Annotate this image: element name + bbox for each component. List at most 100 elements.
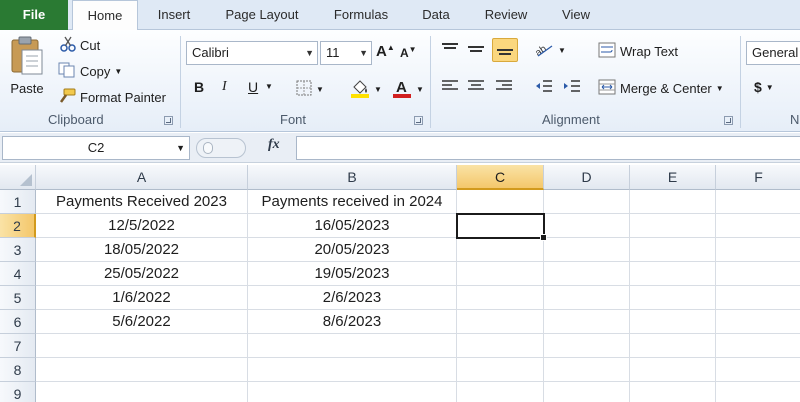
- cell-b9[interactable]: [248, 382, 457, 402]
- cell-d3[interactable]: [544, 238, 630, 262]
- row-header-7[interactable]: 7: [0, 334, 36, 358]
- increase-font-size-button[interactable]: A▲: [376, 43, 395, 60]
- insert-function-button[interactable]: fx: [268, 137, 280, 153]
- cell-c7[interactable]: [457, 334, 544, 358]
- tab-view[interactable]: View: [552, 0, 600, 30]
- cell-f3[interactable]: [716, 238, 800, 262]
- underline-dropdown-icon[interactable]: ▼: [265, 82, 273, 91]
- align-center-button[interactable]: [466, 79, 486, 96]
- font-color-button[interactable]: A ▼: [392, 78, 424, 101]
- accounting-format-button[interactable]: $ ▼: [754, 79, 774, 95]
- cell-d4[interactable]: [544, 262, 630, 286]
- cell-c4[interactable]: [457, 262, 544, 286]
- underline-button[interactable]: U: [248, 79, 258, 95]
- column-header-e[interactable]: E: [630, 165, 716, 190]
- cell-c5[interactable]: [457, 286, 544, 310]
- cell-b1[interactable]: Payments received in 2024: [248, 190, 457, 214]
- cell-f4[interactable]: [716, 262, 800, 286]
- cell-b6[interactable]: 8/6/2023: [248, 310, 457, 334]
- cell-a8[interactable]: [36, 358, 248, 382]
- cell-a5[interactable]: 1/6/2022: [36, 286, 248, 310]
- formula-bar-splitter[interactable]: [196, 138, 246, 158]
- cell-f2[interactable]: [716, 214, 800, 238]
- cell-b3[interactable]: 20/05/2023: [248, 238, 457, 262]
- format-painter-button[interactable]: Format Painter: [58, 88, 166, 107]
- decrease-indent-button[interactable]: [534, 79, 554, 96]
- row-header-3[interactable]: 3: [0, 238, 36, 262]
- cell-f7[interactable]: [716, 334, 800, 358]
- font-dialog-launcher[interactable]: [414, 116, 423, 125]
- tab-page-layout[interactable]: Page Layout: [214, 0, 310, 30]
- column-header-f[interactable]: F: [716, 165, 800, 190]
- row-header-5[interactable]: 5: [0, 286, 36, 310]
- cell-c8[interactable]: [457, 358, 544, 382]
- row-header-1[interactable]: 1: [0, 190, 36, 214]
- decrease-font-size-button[interactable]: A▼: [400, 45, 417, 60]
- paste-button[interactable]: Paste: [8, 36, 46, 96]
- cell-d1[interactable]: [544, 190, 630, 214]
- cell-d5[interactable]: [544, 286, 630, 310]
- wrap-text-button[interactable]: Wrap Text: [598, 42, 678, 61]
- bottom-align-button[interactable]: [492, 38, 518, 62]
- clipboard-dialog-launcher[interactable]: [164, 116, 173, 125]
- cell-e9[interactable]: [630, 382, 716, 402]
- cell-a7[interactable]: [36, 334, 248, 358]
- cell-e4[interactable]: [630, 262, 716, 286]
- cell-f9[interactable]: [716, 382, 800, 402]
- orientation-button[interactable]: ab ▼: [533, 40, 566, 61]
- cell-b8[interactable]: [248, 358, 457, 382]
- increase-indent-button[interactable]: [562, 79, 582, 96]
- cell-c3[interactable]: [457, 238, 544, 262]
- row-header-8[interactable]: 8: [0, 358, 36, 382]
- tab-insert[interactable]: Insert: [146, 0, 202, 30]
- cell-e2[interactable]: [630, 214, 716, 238]
- cell-e3[interactable]: [630, 238, 716, 262]
- cell-d2[interactable]: [544, 214, 630, 238]
- cell-c9[interactable]: [457, 382, 544, 402]
- cell-d7[interactable]: [544, 334, 630, 358]
- cell-a4[interactable]: 25/05/2022: [36, 262, 248, 286]
- cell-a6[interactable]: 5/6/2022: [36, 310, 248, 334]
- select-all-button[interactable]: [0, 165, 36, 190]
- align-left-button[interactable]: [440, 79, 460, 96]
- cell-a1[interactable]: Payments Received 2023: [36, 190, 248, 214]
- merge-center-button[interactable]: Merge & Center ▼: [598, 79, 724, 98]
- cell-d8[interactable]: [544, 358, 630, 382]
- cell-b4[interactable]: 19/05/2023: [248, 262, 457, 286]
- top-align-button[interactable]: [440, 42, 460, 59]
- fill-color-button[interactable]: ▼: [350, 78, 382, 101]
- copy-button[interactable]: Copy ▼: [58, 62, 122, 81]
- tab-formulas[interactable]: Formulas: [322, 0, 400, 30]
- alignment-dialog-launcher[interactable]: [724, 116, 733, 125]
- cell-d6[interactable]: [544, 310, 630, 334]
- row-header-2[interactable]: 2: [0, 214, 36, 238]
- cell-f8[interactable]: [716, 358, 800, 382]
- column-header-a[interactable]: A: [36, 165, 248, 190]
- number-format-combo[interactable]: General: [746, 41, 800, 65]
- cell-c6[interactable]: [457, 310, 544, 334]
- formula-input[interactable]: [296, 136, 800, 160]
- cell-c2[interactable]: [457, 214, 544, 238]
- font-name-combo[interactable]: Calibri ▼: [186, 41, 318, 65]
- tab-review[interactable]: Review: [472, 0, 540, 30]
- tab-file[interactable]: File: [0, 0, 68, 30]
- cell-b7[interactable]: [248, 334, 457, 358]
- tab-home[interactable]: Home: [72, 0, 138, 31]
- font-size-combo[interactable]: 11 ▼: [320, 41, 372, 65]
- cut-button[interactable]: Cut: [60, 36, 100, 55]
- row-header-4[interactable]: 4: [0, 262, 36, 286]
- column-header-b[interactable]: B: [248, 165, 457, 190]
- name-box[interactable]: C2 ▼: [2, 136, 190, 160]
- italic-button[interactable]: I: [222, 79, 227, 95]
- row-header-9[interactable]: 9: [0, 382, 36, 402]
- cell-e6[interactable]: [630, 310, 716, 334]
- middle-align-button[interactable]: [466, 42, 486, 59]
- borders-button[interactable]: ▼: [296, 80, 324, 99]
- cell-e8[interactable]: [630, 358, 716, 382]
- cell-a2[interactable]: 12/5/2022: [36, 214, 248, 238]
- cell-a3[interactable]: 18/05/2022: [36, 238, 248, 262]
- cell-e7[interactable]: [630, 334, 716, 358]
- tab-data[interactable]: Data: [412, 0, 460, 30]
- column-header-c[interactable]: C: [457, 165, 544, 190]
- cell-b5[interactable]: 2/6/2023: [248, 286, 457, 310]
